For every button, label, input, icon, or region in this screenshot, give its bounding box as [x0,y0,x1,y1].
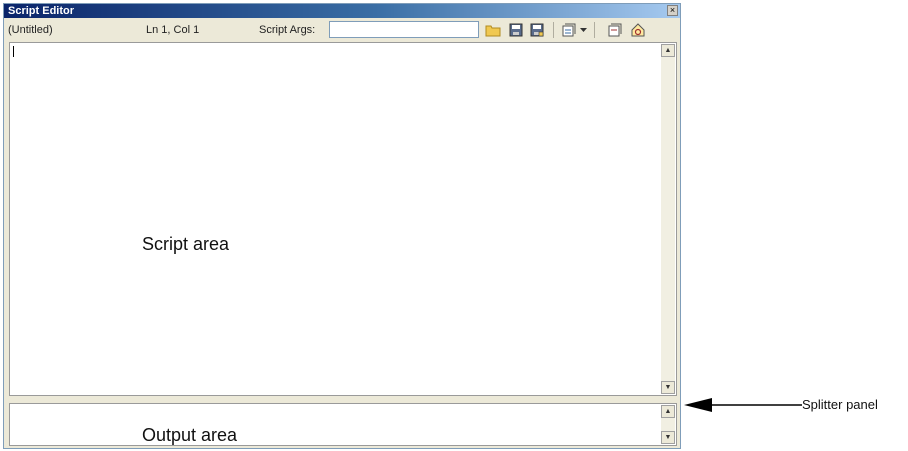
script-area-label: Script area [142,234,230,254]
save-icon[interactable] [507,21,525,39]
window-title: Script Editor [8,5,75,17]
script-args-label: Script Args: [259,24,316,36]
script-args-input[interactable] [329,21,479,38]
output-scrollbar[interactable]: ▲ ▼ [661,405,675,444]
output-area[interactable]: Output area ▲ ▼ [9,403,677,446]
scroll-down-button[interactable]: ▼ [661,381,675,394]
toolbar: (Untitled) Ln 1, Col 1 Script Args: [4,19,680,41]
run-script-icon[interactable] [560,21,578,39]
script-scrollbar[interactable]: ▲ ▼ [661,44,675,394]
scroll-up-button[interactable]: ▲ [661,405,675,418]
script-area[interactable]: Script area ▲ ▼ [9,42,677,396]
title-bar[interactable]: Script Editor × [4,4,680,18]
dropdown-arrow-icon[interactable] [578,21,588,39]
scroll-up-button[interactable]: ▲ [661,44,675,57]
toolbar-separator [594,22,595,38]
toolbar-separator [553,22,554,38]
script-editor-window: Script Editor × (Untitled) Ln 1, Col 1 S… [3,3,681,449]
text-caret [13,46,14,57]
splitter-annotation-label: Splitter panel [802,397,878,412]
help-icon[interactable] [629,21,647,39]
save-as-icon[interactable] [528,21,546,39]
scroll-down-button[interactable]: ▼ [661,431,675,444]
cursor-position-label: Ln 1, Col 1 [146,24,200,36]
stop-icon[interactable] [606,21,624,39]
open-folder-icon[interactable] [484,21,502,39]
annotation-arrow [684,398,802,412]
close-button[interactable]: × [667,5,678,16]
output-area-label: Output area [142,425,238,445]
file-name-label: (Untitled) [8,24,53,36]
splitter-panel[interactable] [9,397,677,402]
